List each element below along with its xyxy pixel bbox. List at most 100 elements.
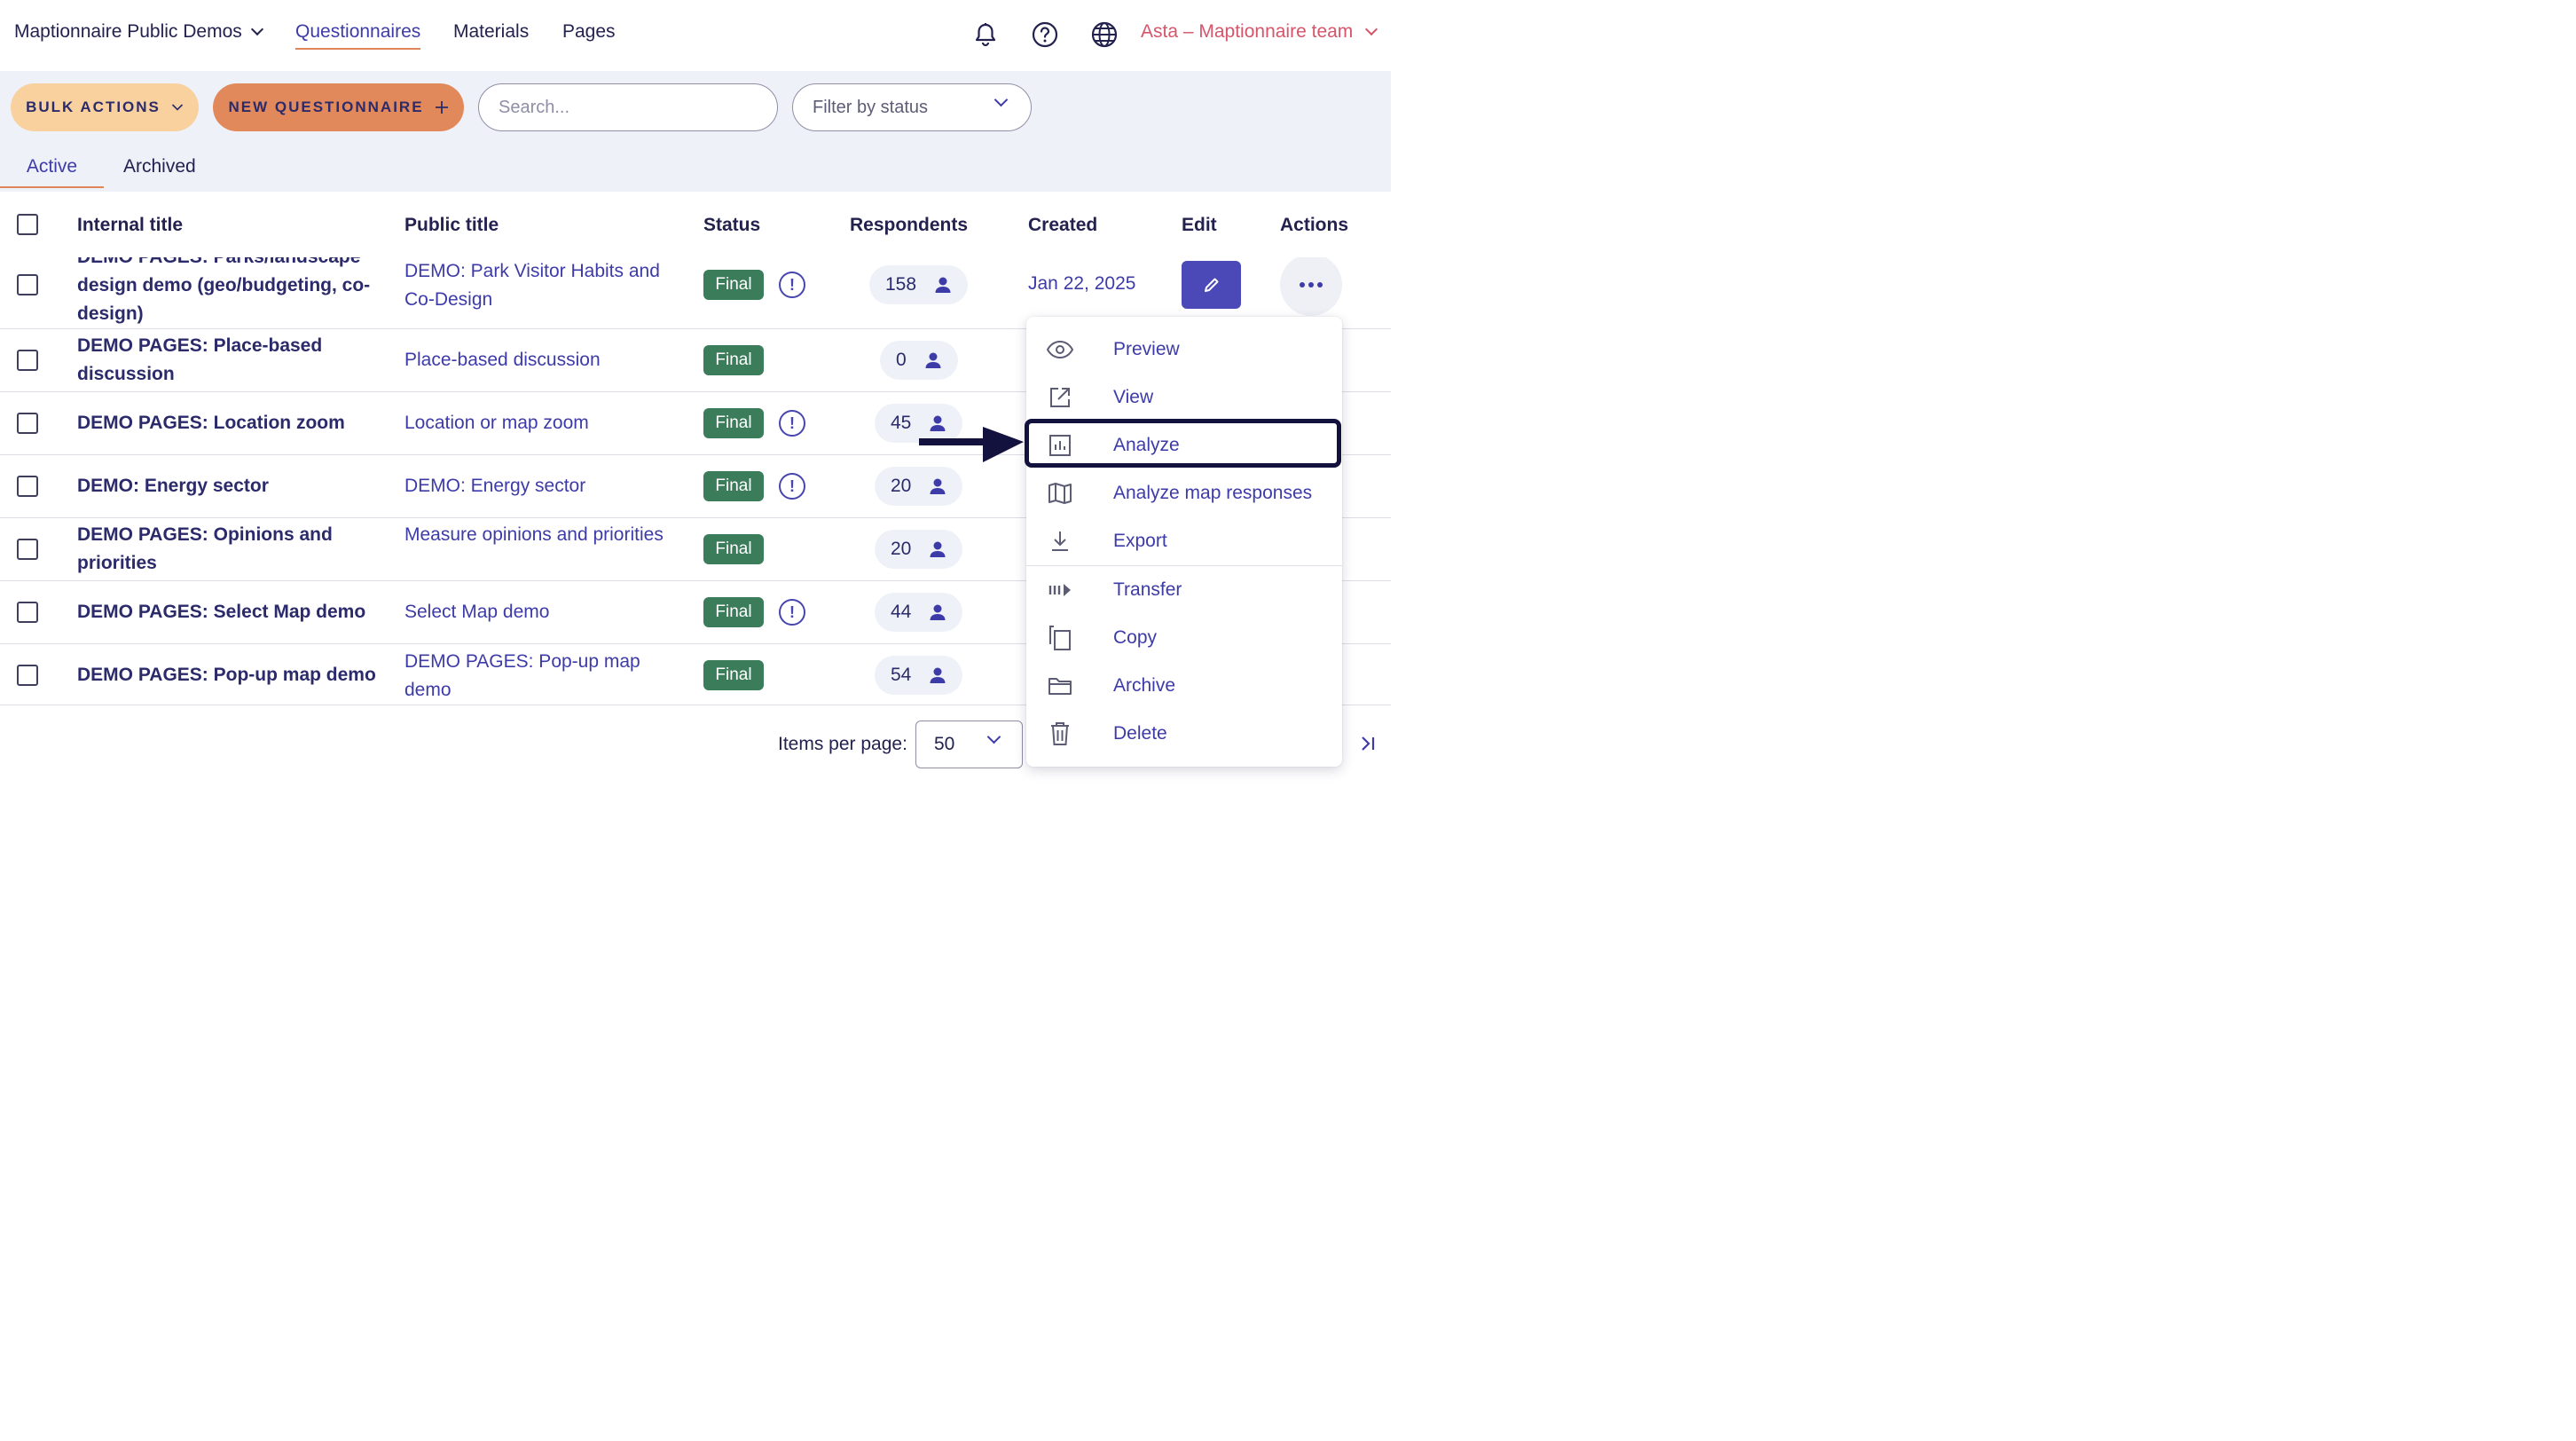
more-actions-button[interactable] [1280,257,1342,316]
public-title: Select Map demo [404,602,550,622]
warning-icon[interactable]: ! [779,272,805,298]
column-public-title[interactable]: Public title [404,215,499,236]
items-per-page-value: 50 [934,734,955,754]
public-title: Measure opinions and priorities [404,524,664,545]
status-badge: Final [703,408,764,438]
nav-pages[interactable]: Pages [562,21,616,43]
globe-icon[interactable] [1091,21,1118,48]
warning-icon[interactable]: ! [779,410,805,437]
respondents-value: 20 [891,476,912,496]
warning-icon[interactable]: ! [779,599,805,626]
user-menu[interactable]: Asta – Maptionnaire team [1141,21,1378,43]
row-checkbox[interactable] [17,539,38,560]
internal-title[interactable]: DEMO PAGES: Parks/landscape design demo … [77,257,379,328]
public-title: Location or map zoom [404,413,589,433]
created-date: Jan 22, 2025 [1028,273,1136,294]
menu-item-label: Transfer [1113,579,1182,600]
internal-title[interactable]: DEMO PAGES: Opinions and priorities [77,521,379,578]
menu-item-label: Copy [1113,627,1158,648]
menu-item-delete[interactable]: Delete [1026,710,1342,758]
row-checkbox[interactable] [17,476,38,497]
column-status[interactable]: Status [703,215,760,236]
column-internal-title[interactable]: Internal title [77,215,183,236]
respondents-count[interactable]: 0 [880,341,958,380]
respondents-value: 44 [891,602,912,622]
respondents-count[interactable]: 20 [875,467,963,506]
toolbar: BULK ACTIONS NEW QUESTIONNAIRE Search...… [0,71,1391,192]
user-name: Asta – Maptionnaire team [1141,21,1354,42]
dot-icon [1308,282,1314,287]
public-title: DEMO PAGES: Pop-up map demo [404,651,640,700]
internal-title[interactable]: DEMO PAGES: Location zoom [77,409,379,437]
items-per-page-select[interactable]: 50 [915,720,1023,768]
chevron-down-icon [171,104,183,111]
person-icon [930,541,946,557]
menu-item-view[interactable]: View [1026,374,1342,421]
public-title: Place-based discussion [404,350,601,370]
dot-icon [1317,282,1323,287]
bell-icon[interactable] [972,21,999,48]
arrow-annotation-icon [919,427,1024,462]
column-actions: Actions [1280,215,1349,235]
warning-icon[interactable]: ! [779,473,805,500]
internal-title[interactable]: DEMO PAGES: Select Map demo [77,598,379,626]
organization-selector[interactable]: Maptionnaire Public Demos [14,21,263,43]
nav-materials[interactable]: Materials [453,21,529,43]
chart-icon [1046,431,1074,460]
respondents-value: 54 [891,665,912,685]
respondents-count[interactable]: 54 [875,656,963,695]
column-respondents[interactable]: Respondents [850,215,968,236]
help-icon[interactable] [1032,21,1058,48]
folder-icon [1046,672,1074,700]
row-checkbox[interactable] [17,602,38,623]
edit-button[interactable] [1182,261,1241,309]
menu-item-analyze-map[interactable]: Analyze map responses [1026,469,1342,517]
respondents-count[interactable]: 158 [869,265,969,304]
new-questionnaire-button[interactable]: NEW QUESTIONNAIRE [213,83,464,131]
table-header: Internal title Public title Status Respo… [0,192,1391,257]
row-checkbox[interactable] [17,350,38,371]
respondents-value: 158 [885,274,917,295]
tab-active[interactable]: Active [0,156,104,188]
tab-archived[interactable]: Archived [123,156,196,177]
internal-title[interactable]: DEMO PAGES: Pop-up map demo [77,661,379,689]
search-placeholder: Search... [499,97,570,117]
person-icon [930,604,946,620]
column-created[interactable]: Created [1028,215,1097,236]
chevron-down-icon [993,92,1009,107]
respondents-count[interactable]: 20 [875,530,963,569]
status-filter-select[interactable]: Filter by status [792,83,1032,131]
transfer-icon [1046,576,1074,604]
menu-item-label: Export [1113,531,1167,551]
status-badge: Final [703,534,764,564]
row-checkbox[interactable] [17,274,38,295]
person-icon [925,352,941,368]
dot-icon [1300,282,1305,287]
actions-menu: Preview View Analyze Analyze map respons… [1026,317,1342,767]
public-title: DEMO: Energy sector [404,476,586,496]
select-all-checkbox[interactable] [17,214,38,235]
respondents-count[interactable]: 44 [875,593,963,632]
internal-title[interactable]: DEMO PAGES: Place-based discussion [77,332,379,389]
eye-icon [1046,335,1074,364]
chevron-down-icon [986,729,1001,744]
last-page-icon[interactable] [1359,735,1377,757]
search-input[interactable]: Search... [478,83,778,131]
menu-item-archive[interactable]: Archive [1026,662,1342,710]
public-title: DEMO: Park Visitor Habits and Co-Design [404,261,660,310]
row-checkbox[interactable] [17,665,38,686]
column-edit: Edit [1182,215,1217,235]
menu-item-analyze[interactable]: Analyze [1026,421,1342,469]
menu-item-label: Delete [1113,723,1167,744]
menu-item-preview[interactable]: Preview [1026,326,1342,374]
menu-item-copy[interactable]: Copy [1026,614,1342,662]
status-badge: Final [703,660,764,690]
row-checkbox[interactable] [17,413,38,434]
menu-item-export[interactable]: Export [1026,517,1342,565]
external-link-icon [1046,383,1074,412]
nav-questionnaires[interactable]: Questionnaires [295,21,421,50]
internal-title[interactable]: DEMO: Energy sector [77,472,379,500]
trash-icon [1046,720,1074,748]
menu-item-transfer[interactable]: Transfer [1026,566,1342,614]
bulk-actions-button[interactable]: BULK ACTIONS [11,83,199,131]
